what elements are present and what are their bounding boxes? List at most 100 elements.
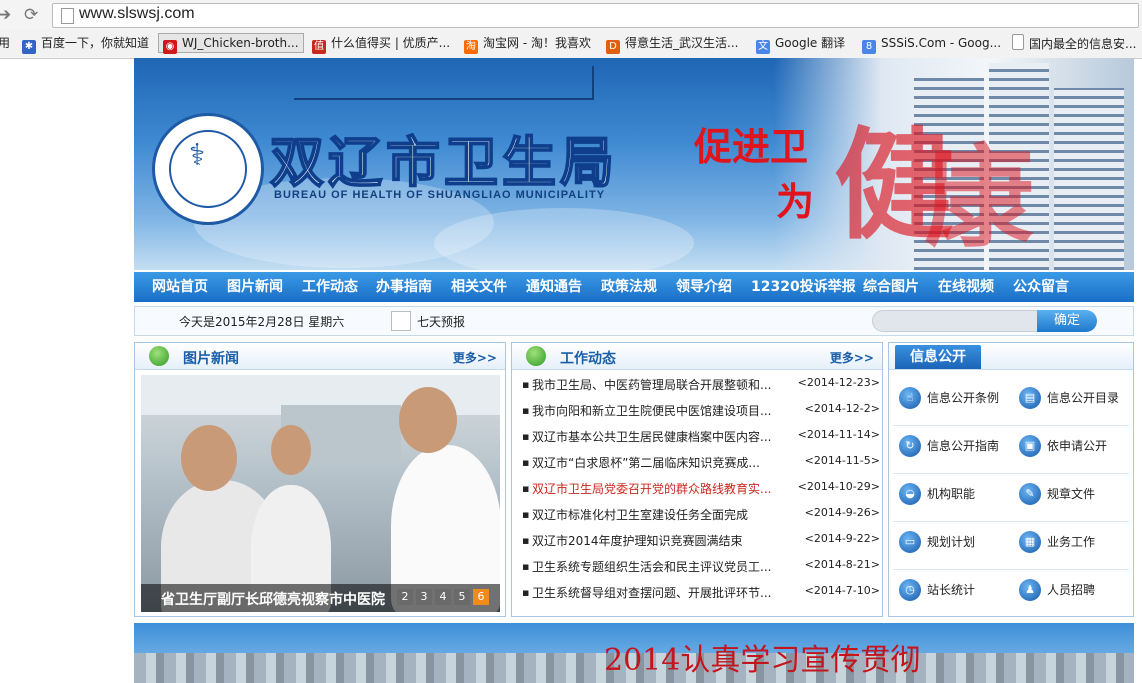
address-row: ➔ ⟳ www.slswsj.com [0,0,1142,30]
promo-text: 2014认真学习宣传贯彻 [604,643,921,678]
smzdm-icon: 值 [312,40,326,54]
bookmark-security[interactable]: 国内最全的信息安... [1012,34,1136,52]
main-nav: 网站首页 图片新闻 工作动态 办事指南 相关文件 通知通告 政策法规 领导介绍 … [134,272,1134,302]
forward-icon[interactable]: ➔ [0,5,11,25]
info-link-guide[interactable]: ↻ 信息公开指南 [893,427,1013,467]
nav-complaint[interactable]: 12320投诉举报 [751,272,856,302]
weather-icon[interactable] [391,311,411,331]
nav-guide[interactable]: 办事指南 [376,272,432,302]
nav-photo-news[interactable]: 图片新闻 [227,272,283,302]
monitor-icon: ▭ [899,531,921,553]
info-link-functions[interactable]: ◒ 机构职能 [893,475,1013,515]
site-title: 双辽市卫生局 [269,129,618,195]
bookmarks-bar: 用 ✱ 百度一下，你就知道 ◉ WJ_Chicken-broth... 值什么值得买… [0,30,1142,56]
bureau-emblem-logo: ⚕ [152,113,264,225]
photo-caption-bar: 省卫生厅副厅长邱德亮视察市中医院 2 3 4 5 6 [141,584,500,612]
current-date: 今天是2015年2月28日 星期六 [179,315,345,329]
nav-home[interactable]: 网站首页 [152,272,208,302]
cloud-decoration [434,208,694,270]
info-link-recruit[interactable]: ♟ 人员招聘 [1013,571,1133,611]
nav-message[interactable]: 公众留言 [1013,272,1069,302]
bookmark-baidu[interactable]: ✱ 百度一下，你就知道 [22,34,149,54]
panel-title: 图片新闻 [183,351,239,367]
nav-notices[interactable]: 通知通告 [526,272,582,302]
slide-page[interactable]: 4 [435,589,451,605]
photo-caption[interactable]: 省卫生厅副厅长邱德亮视察市中医院 [161,589,397,609]
news-photo[interactable]: 省卫生厅副厅长邱德亮视察市中医院 2 3 4 5 6 [141,375,500,612]
globe-icon [526,346,546,366]
book-icon: ▤ [1019,387,1041,409]
list-item[interactable]: ▪ 我市向阳和新立卫生院便民中医馆建设项目... <2014-12-2> [522,399,880,425]
info-link-stats[interactable]: ◷ 站长统计 [893,571,1013,611]
list-item[interactable]: ▪ 双辽市卫生局党委召开党的群众路线教育实... <2014-10-29> [522,477,880,503]
nav-gallery[interactable]: 综合图片 [863,272,919,302]
bookmark-taobao[interactable]: 淘淘宝网 - 淘！我喜欢 [464,34,591,54]
globe-icon [149,346,169,366]
more-link[interactable]: 更多>> [830,349,874,366]
hand-pointer-icon: ☝ [899,387,921,409]
info-link-request[interactable]: ▣ 依申请公开 [1013,427,1133,467]
slide-page[interactable]: 5 [454,589,470,605]
more-link[interactable]: 更多>> [453,349,497,366]
pill-icon: ◒ [899,483,921,505]
bookmark-weibo[interactable]: ◉ WJ_Chicken-broth... [158,33,304,54]
taobao-icon: 淘 [464,40,478,54]
page-icon [1012,34,1024,50]
address-bar[interactable]: www.slswsj.com [52,3,1139,28]
list-item[interactable]: ▪ 双辽市“白求恩杯”第二届临床知识竞赛成... <2014-11-5> [522,451,880,477]
slide-page[interactable]: 2 [397,589,413,605]
search-input[interactable] [872,310,1042,332]
list-item[interactable]: ▪ 双辽市基本公共卫生居民健康档案中医内容... <2014-11-14> [522,425,880,451]
nav-leaders[interactable]: 领导介绍 [676,272,732,302]
search-button[interactable]: 确定 [1037,310,1097,332]
panel-title: 工作动态 [560,351,616,367]
medical-emblem-icon: ⚕ [189,138,206,173]
translate-icon: 文 [756,40,770,54]
nav-documents[interactable]: 相关文件 [451,272,507,302]
bus-icon: ▦ [1019,531,1041,553]
page-icon [61,8,74,24]
promo-banner[interactable]: 2014认真学习宣传贯彻 [134,623,1134,683]
banner-line [592,66,594,100]
site-subtitle: BUREAU OF HEALTH OF SHUANGLIAO MUNICIPAL… [274,189,606,201]
info-link-business[interactable]: ▦ 业务工作 [1013,523,1133,563]
info-bar: 今天是2015年2月28日 星期六 七天预报 确定 [134,306,1134,336]
slide-page-active[interactable]: 6 [473,589,489,605]
slide-page[interactable]: 3 [416,589,432,605]
info-link-regulations[interactable]: ☝ 信息公开条例 [893,379,1013,419]
info-link-rules[interactable]: ✎ 规章文件 [1013,475,1133,515]
people-icon: ♟ [1019,579,1041,601]
url-text: www.slswsj.com [79,5,195,22]
clock-icon: ◷ [899,579,921,601]
banner-slogan: 促进卫 为 [694,125,815,224]
list-item[interactable]: ▪ 双辽市标准化村卫生室建设任务全面完成 <2014-9-26> [522,503,880,529]
weather-forecast-link[interactable]: 七天预报 [417,313,465,330]
panel-header: 工作动态 更多>> [512,343,882,370]
list-item[interactable]: ▪ 卫生系统督导组对查摆问题、开展批评环节... <2014-7-10> [522,581,880,607]
panel-header: 图片新闻 更多>> [135,343,505,370]
photo-news-panel: 图片新闻 更多>> 省卫生厅副厅长邱德亮视察市中医院 2 3 4 5 6 [134,342,506,617]
tab-info-open[interactable]: 信息公开 [895,345,981,369]
info-open-panel: 信息公开 ☝ 信息公开条例 ▤ 信息公开目录 ↻ 信息公开指南 ▣ 依申请公开 ◒ 机构职… [888,342,1134,617]
nav-work-news[interactable]: 工作动态 [302,272,358,302]
panel-header: 信息公开 [889,343,1133,370]
reload-icon[interactable]: ⟳ [24,5,38,25]
bookmark-deyi[interactable]: D 得意生活_武汉生活... [606,34,738,54]
nav-video[interactable]: 在线视频 [938,272,994,302]
list-item[interactable]: ▪ 我市卫生局、中医药管理局联合开展整顿和... <2014-12-23> [522,373,880,399]
bookmark-google-translate[interactable]: 文 Google 翻译 [756,34,845,54]
calligraphy-decoration: 康 [924,133,1034,262]
bookmark-item[interactable]: 用 [0,34,10,52]
info-link-plans[interactable]: ▭ 规划计划 [893,523,1013,563]
work-news-panel: 工作动态 更多>> ▪ 我市卫生局、中医药管理局联合开展整顿和... <2014-1… [511,342,883,617]
info-link-catalog[interactable]: ▤ 信息公开目录 [1013,379,1133,419]
paw-icon: ✱ [22,40,36,54]
document-icon: ▣ [1019,435,1041,457]
list-item[interactable]: ▪ 卫生系统专题组织生活会和民主评议党员工... <2014-8-21> [522,555,880,581]
nav-policies[interactable]: 政策法规 [601,272,657,302]
bookmark-smzdm[interactable]: 值什么值得买 | 优质产... [312,34,450,54]
browser-chrome: ➔ ⟳ www.slswsj.com 用 ✱ 百度一下，你就知道 ◉ WJ_Chic… [0,0,1142,59]
refresh-icon: ↻ [899,435,921,457]
bookmark-sssis[interactable]: 8 SSSiS.Com - Goog... [862,34,1001,54]
list-item[interactable]: ▪ 双辽市2014年度护理知识竞赛圆满结束 <2014-9-22> [522,529,880,555]
